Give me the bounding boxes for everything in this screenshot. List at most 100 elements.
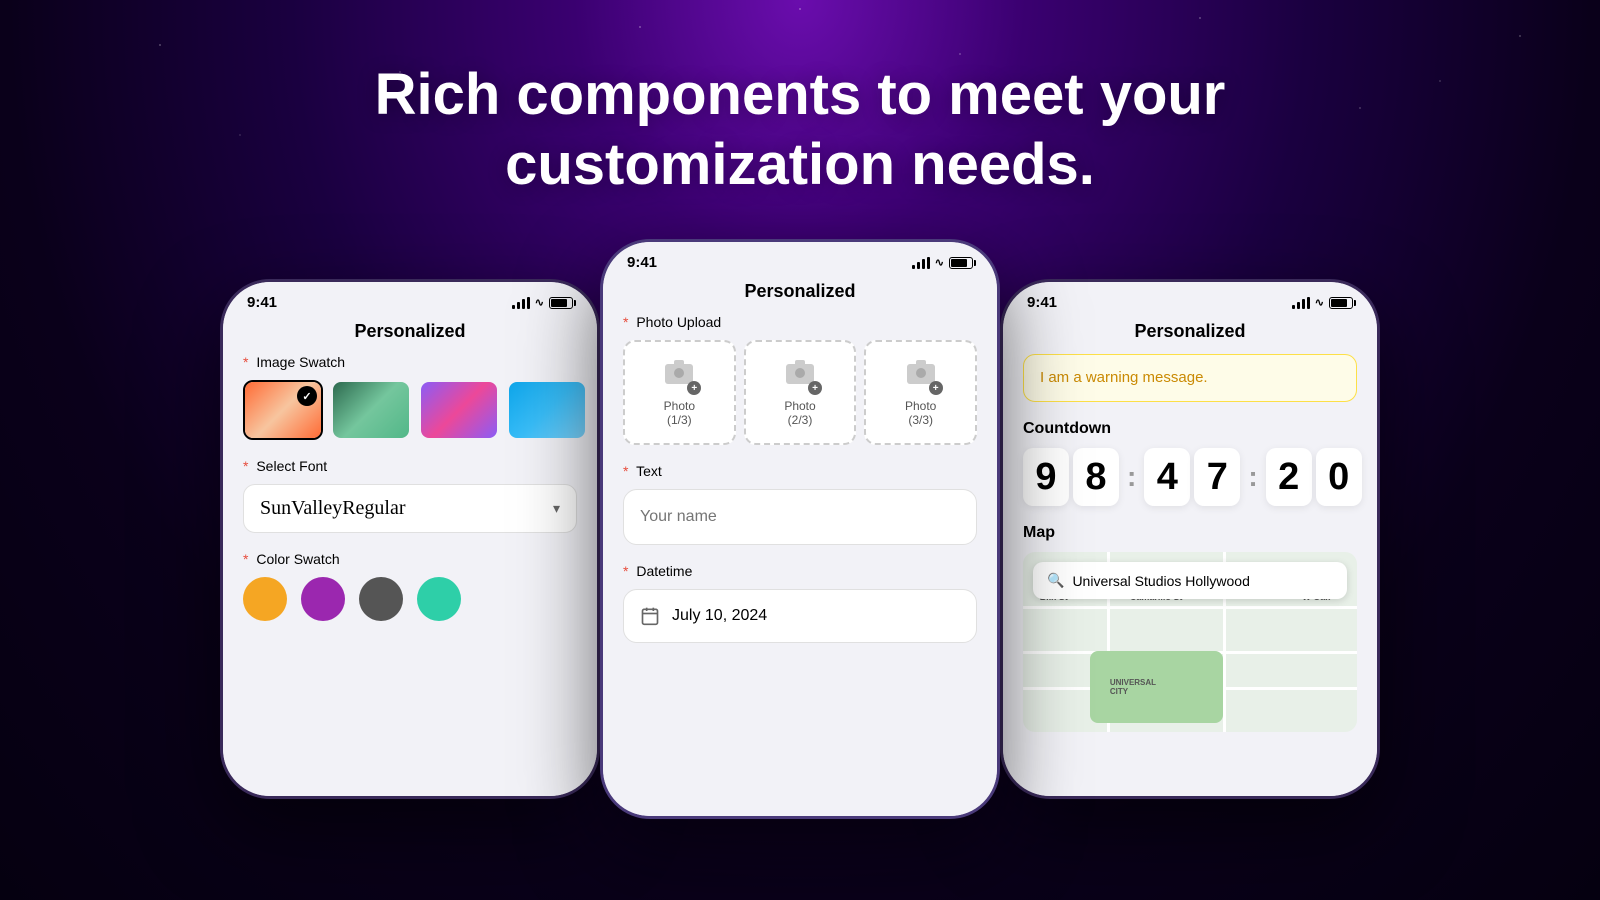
color-dot-2[interactable]: [301, 577, 345, 621]
swatch-item-1[interactable]: ✓: [243, 380, 323, 440]
image-swatch-required: *: [243, 354, 248, 370]
signal-bar-r1: [1292, 305, 1295, 309]
map-container[interactable]: Blix St Camarillo St W Oak UNIVERSALCITY…: [1023, 552, 1357, 732]
font-required: *: [243, 458, 248, 474]
countdown-pair-1: 9 8: [1023, 448, 1119, 506]
status-icons-right: ∿: [1292, 296, 1353, 309]
color-swatch-label: * Color Swatch: [243, 551, 577, 567]
warning-text: I am a warning message.: [1040, 369, 1208, 386]
swatch-item-4[interactable]: [507, 380, 587, 440]
page-header: Rich components to meet your customizati…: [0, 0, 1600, 199]
signal-bars-center: [912, 257, 930, 269]
signal-bars-left: [512, 297, 530, 309]
status-time-right: 9:41: [1027, 294, 1057, 311]
status-time-left: 9:41: [247, 294, 277, 311]
countdown-pair-2: 4 7: [1144, 448, 1240, 506]
photo-icon-2: +: [784, 358, 816, 391]
phone-right-screen: 9:41 ∿ Personalized: [1003, 282, 1377, 796]
map-label: Map: [1023, 524, 1357, 542]
wifi-icon-center: ∿: [935, 256, 944, 269]
map-search-bar[interactable]: 🔍 Universal Studios Hollywood: [1033, 562, 1347, 599]
battery-right: [1329, 297, 1353, 309]
font-value: SunValleyRegular: [260, 497, 406, 520]
wifi-icon-left: ∿: [535, 296, 544, 309]
phone-left-screen: 9:41 ∿ Personalized: [223, 282, 597, 796]
countdown-sep-1: :: [1125, 461, 1138, 493]
battery-center: [949, 257, 973, 269]
screen-title-center: Personalized: [603, 277, 997, 314]
countdown-digit-3: 4: [1144, 448, 1190, 506]
countdown-digit-1: 9: [1023, 448, 1069, 506]
color-swatch-section: * Color Swatch: [243, 551, 577, 621]
countdown-pair-3: 2 0: [1266, 448, 1362, 506]
signal-bar-c1: [912, 265, 915, 269]
phone-center-content: * Photo Upload +: [603, 314, 997, 816]
countdown-digit-4: 7: [1194, 448, 1240, 506]
font-select-dropdown[interactable]: SunValleyRegular ▾: [243, 484, 577, 533]
battery-fill-left: [551, 299, 567, 307]
datetime-section: * Datetime July 10, 2024: [623, 563, 977, 643]
font-select-label: * Select Font: [243, 458, 577, 474]
text-field-section: * Text: [623, 463, 977, 545]
signal-bar-2: [517, 302, 520, 309]
status-bar-center: 9:41 ∿: [603, 242, 997, 277]
color-dot-4[interactable]: [417, 577, 461, 621]
font-select-section: * Select Font SunValleyRegular ▾: [243, 458, 577, 533]
countdown-grid: 9 8 : 4 7 : 2 0: [1023, 448, 1357, 506]
countdown-section: Countdown 9 8 : 4 7 : 2: [1023, 420, 1357, 506]
photo-upload-3[interactable]: + Photo (3/3): [864, 340, 977, 445]
map-road-h1: [1023, 606, 1357, 609]
image-swatch-grid: ✓: [243, 380, 577, 440]
signal-bar-c2: [917, 262, 920, 269]
signal-bar-3: [522, 299, 525, 309]
page-title: Rich components to meet your customizati…: [0, 60, 1600, 199]
wifi-icon-right: ∿: [1315, 296, 1324, 309]
phones-container: 9:41 ∿ Personalized: [0, 239, 1600, 819]
photo-icon-3: +: [905, 358, 937, 391]
text-required: *: [623, 463, 628, 479]
status-icons-left: ∿: [512, 296, 573, 309]
color-swatch-row: [243, 577, 577, 621]
countdown-digit-6: 0: [1316, 448, 1362, 506]
map-park-label: UNIVERSALCITY: [1110, 678, 1156, 696]
swatch-item-3[interactable]: [419, 380, 499, 440]
text-field-label: * Text: [623, 463, 977, 479]
status-icons-center: ∿: [912, 256, 973, 269]
swatch-item-2[interactable]: [331, 380, 411, 440]
chevron-down-icon: ▾: [553, 500, 560, 517]
photo-upload-2[interactable]: + Photo (2/3): [744, 340, 857, 445]
status-bar-left: 9:41 ∿: [223, 282, 597, 317]
photo-upload-grid: + Photo (1/3): [623, 340, 977, 445]
photo-label-1: Photo (1/3): [664, 399, 695, 427]
datetime-required: *: [623, 563, 628, 579]
map-section: Map Blix St Camarillo St W Oa: [1023, 524, 1357, 732]
countdown-label: Countdown: [1023, 420, 1357, 438]
photo-required: *: [623, 314, 628, 330]
photo-upload-1[interactable]: + Photo (1/3): [623, 340, 736, 445]
phone-right: 9:41 ∿ Personalized: [1000, 279, 1380, 799]
photo-label-3: Photo (3/3): [905, 399, 936, 427]
color-required: *: [243, 551, 248, 567]
color-dot-3[interactable]: [359, 577, 403, 621]
photo-icon-1: +: [663, 358, 695, 391]
phone-left: 9:41 ∿ Personalized: [220, 279, 600, 799]
screen-title-left: Personalized: [223, 317, 597, 354]
signal-bar-r2: [1297, 302, 1300, 309]
status-bar-right: 9:41 ∿: [1003, 282, 1377, 317]
countdown-sep-2: :: [1246, 461, 1259, 493]
battery-fill-center: [951, 259, 967, 267]
signal-bar-c3: [922, 259, 925, 269]
text-input[interactable]: [623, 489, 977, 545]
datetime-label: * Datetime: [623, 563, 977, 579]
countdown-digit-5: 2: [1266, 448, 1312, 506]
phone-center: 9:41 ∿ Personalized: [600, 239, 1000, 819]
image-swatch-label: * Image Swatch: [243, 354, 577, 370]
screen-title-right: Personalized: [1003, 317, 1377, 354]
map-search-text: Universal Studios Hollywood: [1072, 573, 1249, 589]
photo-plus-3: +: [929, 381, 943, 395]
color-dot-1[interactable]: [243, 577, 287, 621]
countdown-digit-2: 8: [1073, 448, 1119, 506]
signal-bar-1: [512, 305, 515, 309]
datetime-input[interactable]: July 10, 2024: [623, 589, 977, 643]
battery-fill-right: [1331, 299, 1347, 307]
